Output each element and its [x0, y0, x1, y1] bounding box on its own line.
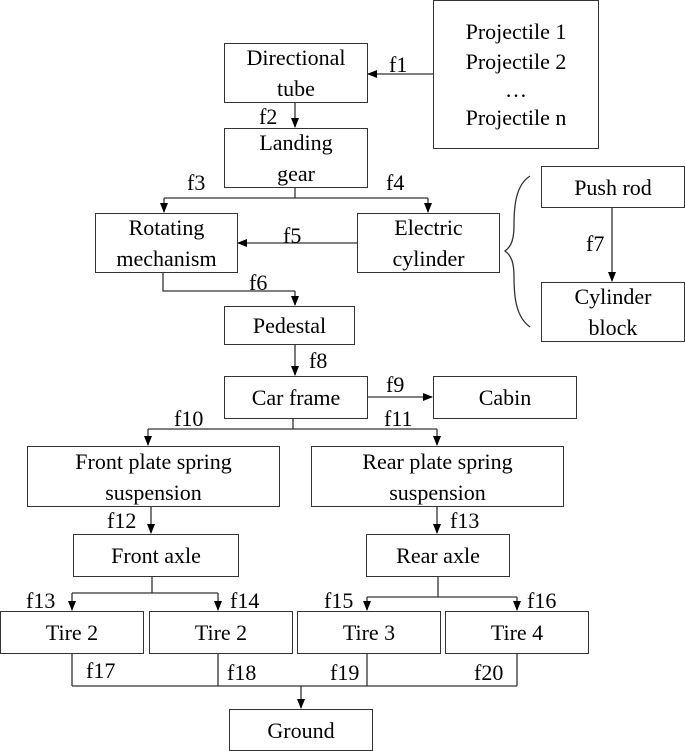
node-line: Electric [394, 215, 463, 240]
rotating-mechanism-box: Rotating mechanism [95, 213, 238, 273]
node-line: suspension [105, 479, 202, 505]
node-line: cylinder [392, 246, 465, 271]
front-axle-box: Front axle [73, 534, 239, 577]
tire-box-1: Tire 2 [0, 611, 144, 654]
node-line: gear [277, 161, 315, 186]
node-line: suspension [389, 479, 486, 505]
pedestal-box: Pedestal [224, 306, 355, 345]
directional-tube-box: Directional tube [224, 43, 368, 103]
node-line: Front axle [111, 543, 201, 568]
car-frame-box: Car frame [224, 376, 368, 419]
label-f16: f16 [527, 588, 557, 613]
node-line: Tire 3 [342, 620, 396, 645]
label-f3: f3 [187, 170, 206, 195]
node-line: Front plate spring [75, 448, 232, 474]
cylinder-block-box: Cylinder block [541, 282, 685, 342]
push-rod-box: Push rod [541, 166, 685, 208]
label-f12: f12 [107, 508, 137, 533]
label-f9: f9 [386, 372, 405, 397]
projectiles-box: Projectile 1 Projectile 2 … Projectile n [433, 0, 599, 149]
projectile-n: Projectile n [465, 104, 567, 130]
front-plate-spring-box: Front plate spring suspension [27, 446, 280, 507]
label-f6: f6 [249, 270, 268, 295]
node-line: tube [277, 76, 315, 101]
label-f7: f7 [586, 231, 605, 256]
label-f19: f19 [330, 660, 360, 685]
label-f1: f1 [389, 52, 408, 77]
node-line: Ground [267, 717, 335, 743]
label-f10: f10 [174, 406, 204, 431]
brace [503, 175, 531, 328]
label-f17: f17 [86, 658, 116, 683]
label-f5: f5 [283, 223, 302, 248]
node-line: block [588, 315, 638, 340]
ground-box: Ground [229, 709, 373, 751]
tire-box-2: Tire 2 [149, 611, 293, 654]
label-f4: f4 [386, 170, 405, 195]
node-line: mechanism [116, 246, 217, 271]
label-f20: f20 [474, 660, 504, 685]
rear-plate-spring-box: Rear plate spring suspension [311, 446, 564, 507]
node-line: Tire 4 [490, 620, 544, 645]
rear-axle-box: Rear axle [366, 534, 510, 577]
projectile-1: Projectile 1 [465, 18, 567, 44]
projectile-2: Projectile 2 [465, 48, 567, 74]
node-line: Car frame [251, 385, 341, 410]
projectile-ellipsis: … [505, 76, 527, 102]
line-f6 [162, 273, 295, 292]
electric-cylinder-box: Electric cylinder [357, 213, 500, 273]
node-line: Cylinder [574, 284, 652, 309]
node-line: Push rod [574, 174, 652, 200]
label-f15: f15 [324, 588, 354, 613]
landing-gear-box: Landing gear [224, 128, 368, 188]
node-line: Landing [259, 130, 333, 155]
node-line: Rear plate spring [362, 448, 513, 474]
node-line: Tire 2 [194, 620, 248, 645]
tire-box-3: Tire 3 [297, 611, 441, 654]
label-f18: f18 [227, 660, 257, 685]
node-line: Pedestal [252, 313, 327, 338]
label-f13-tire: f13 [26, 588, 56, 613]
node-line: Rotating [128, 215, 205, 240]
label-f8: f8 [309, 348, 328, 373]
label-f14: f14 [230, 588, 260, 613]
label-f13-rear: f13 [450, 508, 480, 533]
node-line: Directional [246, 45, 346, 70]
node-line: Tire 2 [45, 620, 99, 645]
node-line: Cabin [478, 385, 532, 410]
label-f11: f11 [384, 406, 413, 431]
cabin-box: Cabin [433, 376, 577, 419]
label-f2: f2 [259, 104, 278, 129]
tire-box-4: Tire 4 [445, 611, 589, 654]
node-line: Rear axle [396, 543, 480, 568]
